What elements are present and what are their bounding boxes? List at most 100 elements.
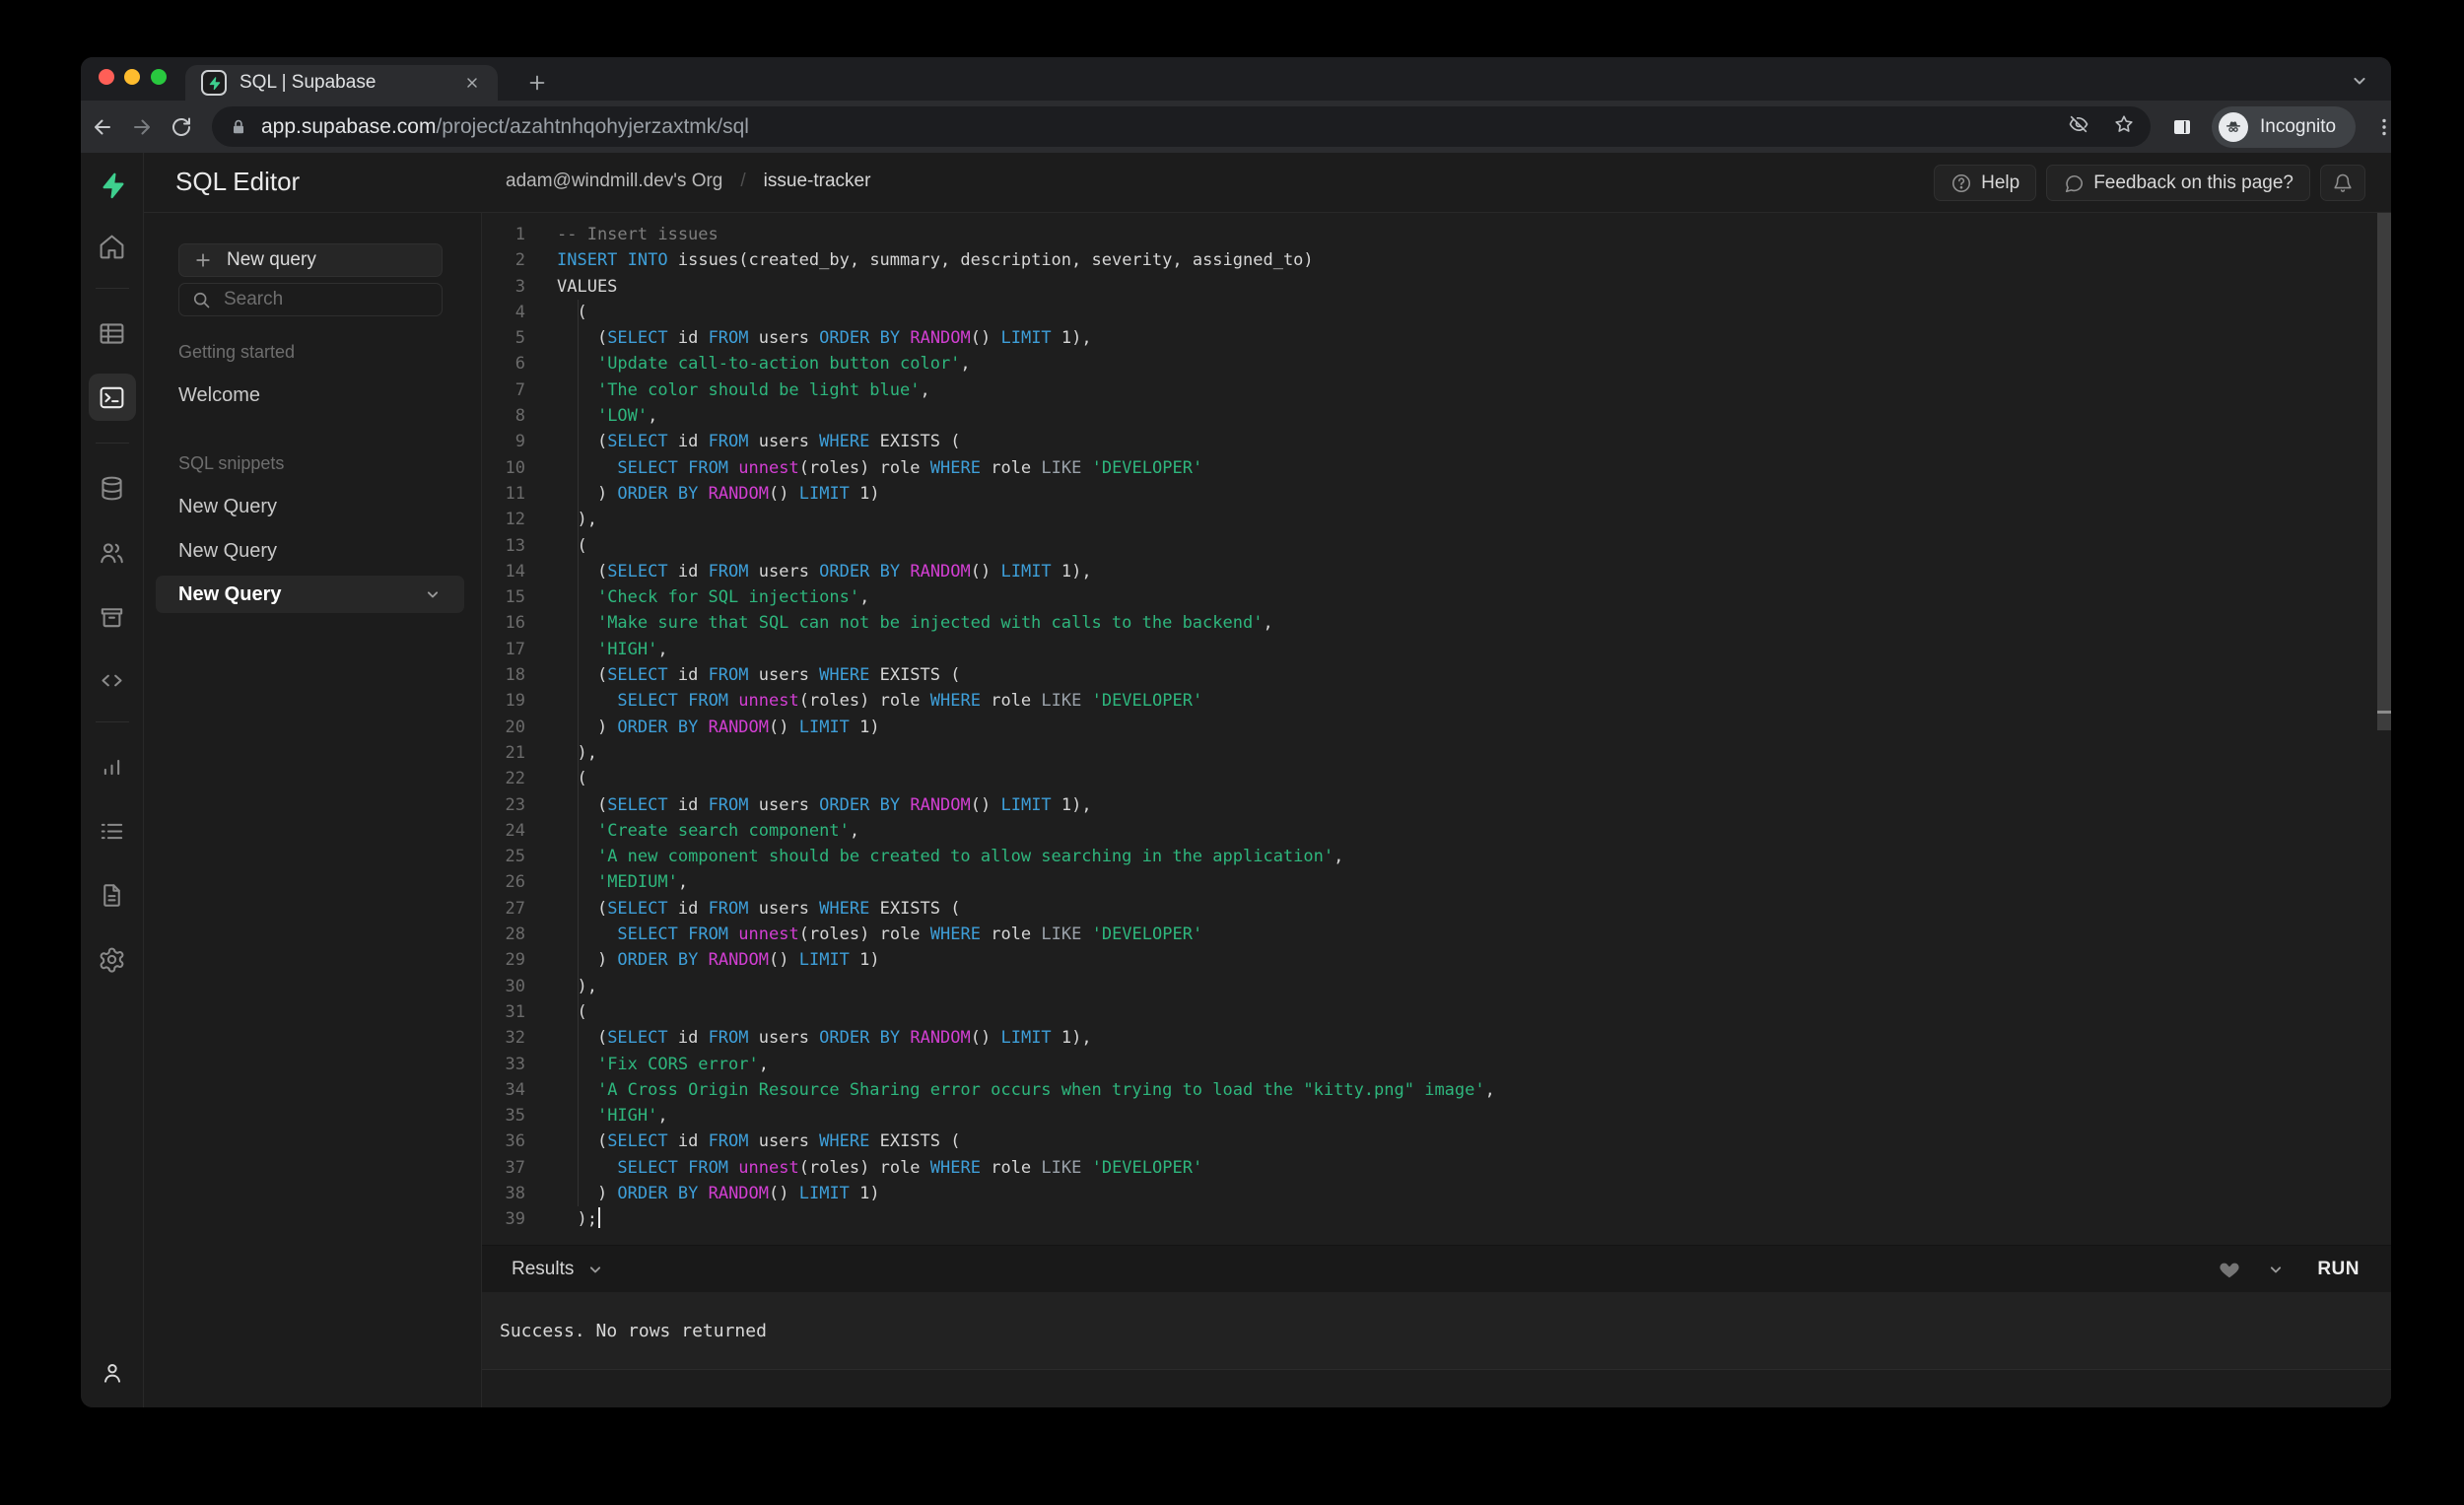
bookmark-star-icon[interactable] [2113, 113, 2135, 140]
code-line[interactable]: 32 (SELECT id FROM users ORDER BY RANDOM… [482, 1025, 2391, 1051]
code-line[interactable]: 3 VALUES [482, 274, 2391, 300]
code-line[interactable]: 14 (SELECT id FROM users ORDER BY RANDOM… [482, 559, 2391, 584]
code-line[interactable]: 18 (SELECT id FROM users WHERE EXISTS ( [482, 662, 2391, 688]
code-line[interactable]: 13 ( [482, 533, 2391, 559]
rail-item-storage[interactable] [93, 596, 132, 636]
sidebar-item-welcome[interactable]: Welcome [178, 384, 481, 407]
results-chevron-down-icon[interactable] [585, 1260, 605, 1279]
rail-item-sql-editor[interactable] [88, 374, 136, 421]
search-input[interactable] [224, 289, 430, 310]
favorite-heart-icon[interactable] [2219, 1259, 2240, 1280]
code-line[interactable]: 27 (SELECT id FROM users WHERE EXISTS ( [482, 896, 2391, 922]
notifications-button[interactable] [2320, 165, 2365, 201]
search-box [178, 283, 443, 316]
scrollbar-thumb[interactable] [2377, 213, 2391, 730]
help-button[interactable]: Help [1934, 165, 2037, 201]
code-line[interactable]: 36 (SELECT id FROM users WHERE EXISTS ( [482, 1129, 2391, 1154]
code-line[interactable]: 35 'HIGH', [482, 1103, 2391, 1129]
code-line[interactable]: 29 ) ORDER BY RANDOM() LIMIT 1) [482, 947, 2391, 973]
code-line[interactable]: 39 ); [482, 1206, 2391, 1232]
code-line[interactable]: 30 ), [482, 974, 2391, 999]
rail-item-docs[interactable] [93, 875, 132, 915]
line-number: 27 [505, 898, 525, 919]
rail-item-edge-functions[interactable] [93, 660, 132, 700]
rail-item-auth[interactable] [93, 532, 132, 572]
line-number: 7 [514, 379, 525, 400]
new-query-button[interactable]: New query [178, 243, 443, 277]
feedback-button[interactable]: Feedback on this page? [2046, 165, 2310, 201]
code-line[interactable]: 16 'Make sure that SQL can not be inject… [482, 610, 2391, 636]
code-line[interactable]: 10 SELECT FROM unnest(roles) role WHERE … [482, 455, 2391, 481]
code-line-content: SELECT FROM unnest(roles) role WHERE rol… [617, 457, 1203, 478]
run-options-chevron-icon[interactable] [2266, 1260, 2286, 1279]
traffic-light-minimize-button[interactable] [124, 69, 140, 85]
sidebar-item-new-query[interactable]: New Query [178, 540, 481, 563]
code-line[interactable]: 12 ), [482, 507, 2391, 532]
traffic-light-close-button[interactable] [99, 69, 114, 85]
tab-search-chevron-icon[interactable] [2346, 67, 2373, 95]
line-number: 5 [514, 328, 525, 349]
results-label[interactable]: Results [512, 1259, 574, 1280]
code-line[interactable]: 21 ), [482, 740, 2391, 766]
line-number: 8 [514, 406, 525, 427]
sidebar-item-new-query[interactable]: New Query [156, 576, 464, 613]
results-success-panel: Success. No rows returned [482, 1292, 2391, 1370]
sql-code-editor[interactable]: 1 -- Insert issues 2 INSERT INTO issues(cre… [482, 213, 2391, 1245]
code-line[interactable]: 28 SELECT FROM unnest(roles) role WHERE … [482, 922, 2391, 947]
code-line[interactable]: 5 (SELECT id FROM users ORDER BY RANDOM(… [482, 325, 2391, 351]
code-line[interactable]: 23 (SELECT id FROM users ORDER BY RANDOM… [482, 792, 2391, 818]
url-text: app.supabase.com/project/azahtnhqohyjerz… [261, 115, 2052, 139]
line-number: 29 [505, 950, 525, 971]
traffic-light-zoom-button[interactable] [151, 69, 167, 85]
browser-tab[interactable]: SQL | Supabase [185, 65, 498, 101]
side-panel-icon[interactable] [2170, 115, 2194, 139]
chevron-down-icon[interactable] [423, 584, 443, 604]
code-line[interactable]: 4 ( [482, 300, 2391, 325]
rail-item-home[interactable] [93, 227, 132, 266]
rail-item-reports[interactable] [93, 747, 132, 787]
code-line-content: (SELECT id FROM users ORDER BY RANDOM() … [557, 561, 1092, 581]
back-button[interactable] [83, 107, 122, 147]
rail-item-database[interactable] [93, 468, 132, 508]
code-line[interactable]: 26 'MEDIUM', [482, 869, 2391, 895]
sidebar-item-new-query[interactable]: New Query [178, 496, 481, 518]
forward-button[interactable] [122, 107, 162, 147]
line-number: 6 [514, 354, 525, 375]
code-line[interactable]: 34 'A Cross Origin Resource Sharing erro… [482, 1077, 2391, 1103]
browser-menu-kebab-icon[interactable] [2372, 115, 2391, 139]
code-line[interactable]: 2 INSERT INTO issues(created_by, summary,… [482, 247, 2391, 273]
code-line[interactable]: 9 (SELECT id FROM users WHERE EXISTS ( [482, 429, 2391, 454]
code-line[interactable]: 15 'Check for SQL injections', [482, 584, 2391, 610]
code-line[interactable]: 31 ( [482, 999, 2391, 1025]
code-line[interactable]: 24 'Create search component', [482, 818, 2391, 844]
breadcrumb-org[interactable]: adam@windmill.dev's Org [506, 171, 722, 192]
address-bar[interactable]: app.supabase.com/project/azahtnhqohyjerz… [212, 106, 2151, 147]
code-line[interactable]: 6 'Update call-to-action button color', [482, 351, 2391, 376]
editor-scrollbar[interactable] [2377, 213, 2391, 1245]
eye-off-icon[interactable] [2068, 113, 2089, 140]
account-icon[interactable] [94, 1354, 131, 1392]
new-tab-button[interactable] [520, 66, 554, 100]
code-line[interactable]: 7 'The color should be light blue', [482, 377, 2391, 403]
code-line[interactable]: 20 ) ORDER BY RANDOM() LIMIT 1) [482, 715, 2391, 740]
code-line[interactable]: 11 ) ORDER BY RANDOM() LIMIT 1) [482, 481, 2391, 507]
code-line[interactable]: 37 SELECT FROM unnest(roles) role WHERE … [482, 1155, 2391, 1181]
code-line[interactable]: 25 'A new component should be created to… [482, 844, 2391, 869]
code-line[interactable]: 17 'HIGH', [482, 637, 2391, 662]
rail-item-table-editor[interactable] [93, 313, 132, 353]
code-line[interactable]: 19 SELECT FROM unnest(roles) role WHERE … [482, 688, 2391, 714]
tab-close-icon[interactable] [460, 71, 484, 95]
supabase-logo-icon[interactable] [96, 169, 129, 202]
code-line-content: SELECT FROM unnest(roles) role WHERE rol… [617, 691, 1203, 712]
code-line[interactable]: 38 ) ORDER BY RANDOM() LIMIT 1) [482, 1181, 2391, 1206]
rail-item-settings[interactable] [93, 939, 132, 979]
code-line[interactable]: 1 -- Insert issues [482, 222, 2391, 247]
reload-button[interactable] [162, 107, 201, 147]
run-button[interactable]: RUN [2311, 1259, 2365, 1280]
editor-column: 1 -- Insert issues 2 INSERT INTO issues(cre… [482, 213, 2391, 1407]
code-line[interactable]: 8 'LOW', [482, 403, 2391, 429]
breadcrumb-project[interactable]: issue-tracker [764, 171, 871, 192]
code-line[interactable]: 33 'Fix CORS error', [482, 1052, 2391, 1077]
code-line[interactable]: 22 ( [482, 766, 2391, 791]
rail-item-logs[interactable] [93, 811, 132, 851]
